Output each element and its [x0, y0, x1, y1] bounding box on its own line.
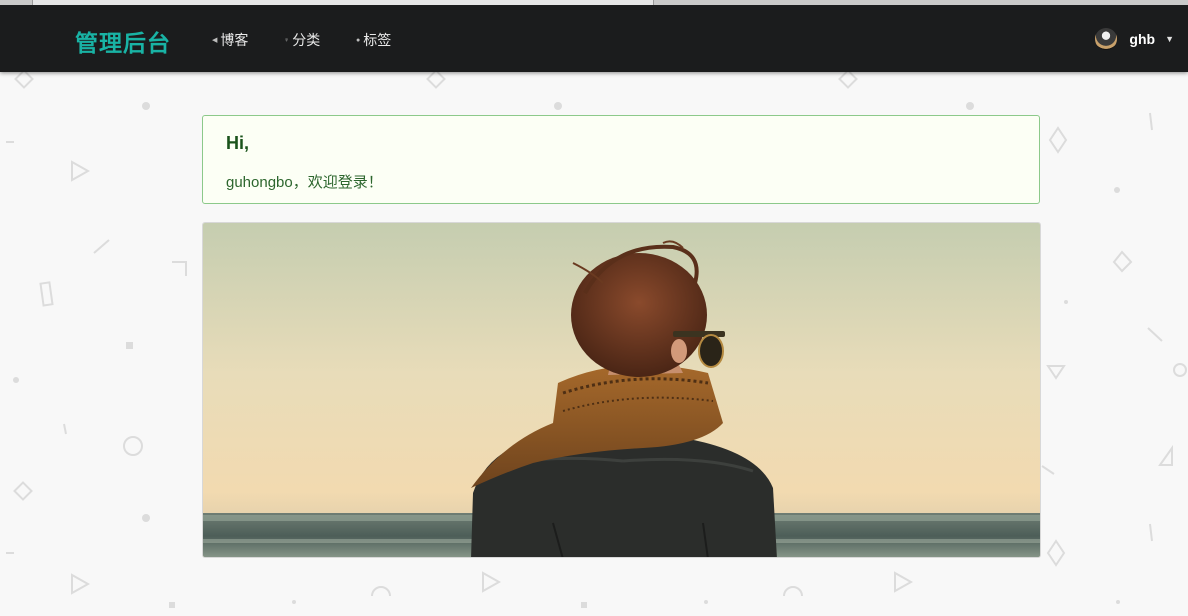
- welcome-text: guhongbo，欢迎登录！: [226, 174, 383, 191]
- user-name: ghb: [1129, 31, 1156, 47]
- user-dropdown[interactable]: ghb ▼: [1095, 25, 1174, 53]
- nav-item-blog[interactable]: ◀ 博客: [212, 30, 248, 50]
- brand-title[interactable]: 管理后台: [75, 24, 171, 58]
- browser-top-strip: [0, 0, 1188, 5]
- caret-down-icon: ▼: [1165, 34, 1174, 44]
- nav-item-label: 博客: [220, 32, 249, 48]
- welcome-greeting: Hi,: [226, 133, 250, 153]
- nav-item-category[interactable]: ♀ 分类: [284, 30, 320, 50]
- welcome-message-box: Hi, guhongbo，欢迎登录！: [202, 115, 1040, 204]
- bullet-icon: ●: [356, 36, 361, 44]
- bullet-icon: ♀: [284, 36, 290, 44]
- user-avatar: [1095, 28, 1118, 50]
- bullet-icon: ◀: [212, 37, 218, 44]
- browser-tab-marker: [32, 0, 654, 5]
- nav-item-label: 分类: [292, 32, 321, 48]
- nav-item-label: 标签: [363, 32, 392, 48]
- banner-image: [202, 222, 1041, 558]
- top-navbar: 管理后台 ◀ 博客 ♀ 分类 ● 标签 ghb ▼: [0, 5, 1188, 72]
- nav-item-tag[interactable]: ● 标签: [356, 30, 391, 50]
